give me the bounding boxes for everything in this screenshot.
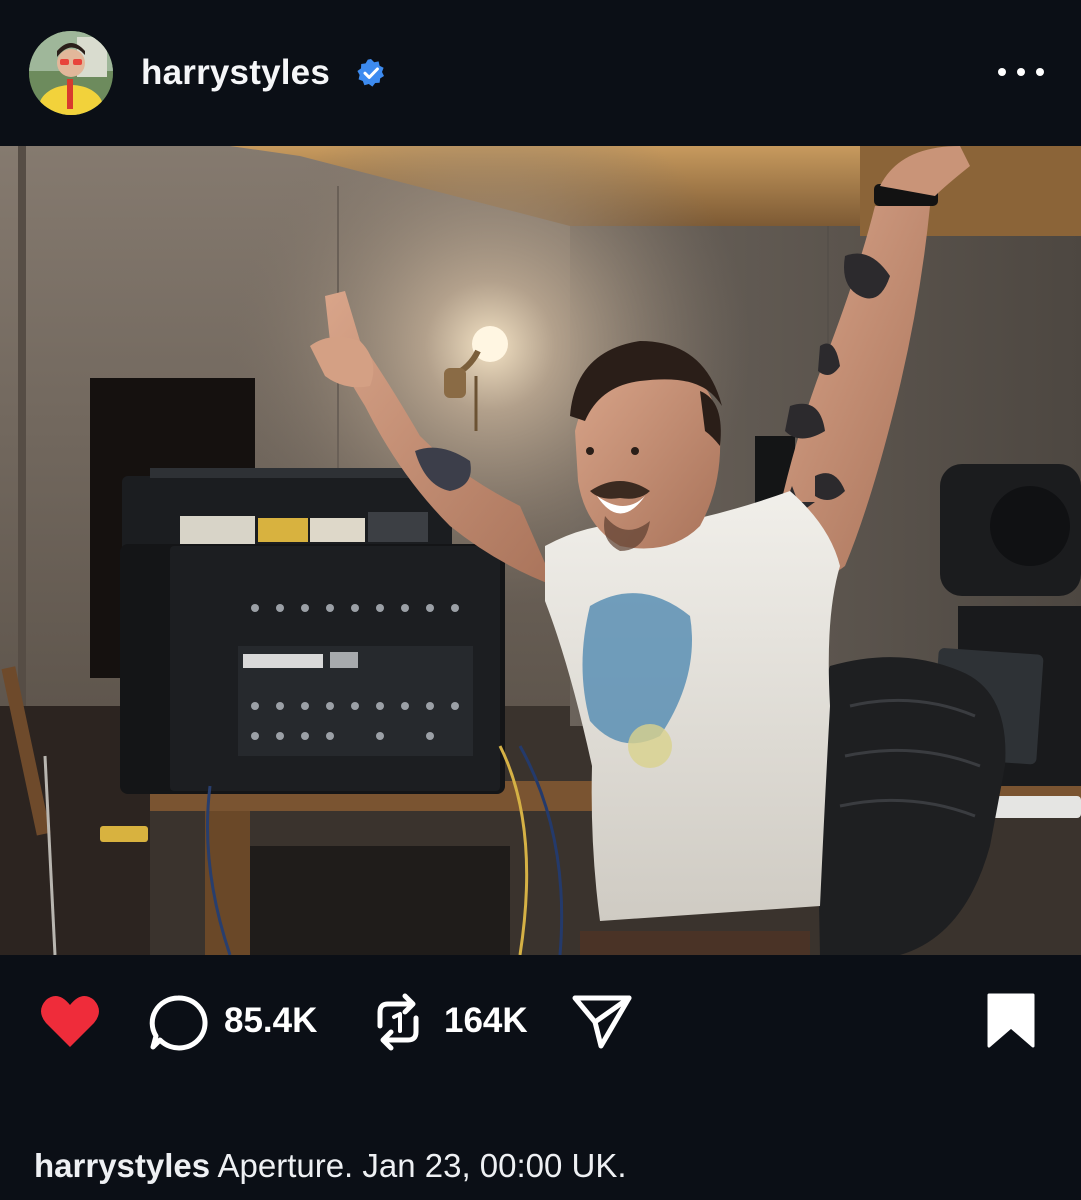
- share-send-icon[interactable]: [571, 992, 633, 1050]
- bookmark-icon[interactable]: [987, 993, 1035, 1048]
- post-action-bar: 85.4K 164K: [0, 955, 1081, 1085]
- comments-count: 85.4K: [224, 1001, 318, 1040]
- more-dot: [1017, 68, 1025, 76]
- comment-bubble-icon[interactable]: [148, 994, 208, 1052]
- more-dot: [1036, 68, 1044, 76]
- reposts-count: 164K: [444, 1001, 528, 1040]
- more-options-icon[interactable]: [998, 58, 1044, 86]
- post-caption: harrystyles Aperture. Jan 23, 00:00 UK.: [34, 1145, 627, 1187]
- caption-username[interactable]: harrystyles: [34, 1147, 210, 1184]
- repost-icon[interactable]: [370, 990, 426, 1054]
- post-username[interactable]: harrystyles: [141, 51, 330, 95]
- like-heart-icon[interactable]: [38, 993, 102, 1049]
- post-photo[interactable]: [0, 146, 1081, 955]
- caption-text: Aperture. Jan 23, 00:00 UK.: [217, 1147, 627, 1184]
- verified-badge-icon: [356, 58, 386, 88]
- post-header: harrystyles: [0, 0, 1081, 146]
- more-dot: [998, 68, 1006, 76]
- profile-avatar[interactable]: [29, 31, 113, 115]
